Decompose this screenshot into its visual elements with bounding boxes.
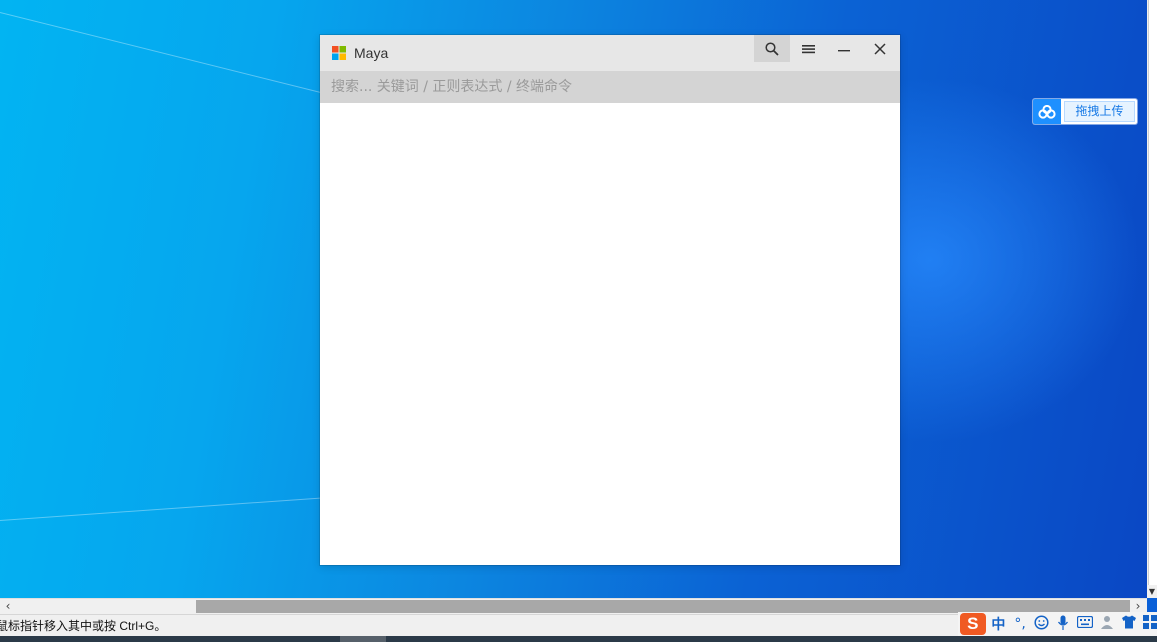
menu-button[interactable] bbox=[790, 35, 826, 62]
punctuation-toggle[interactable]: °, bbox=[1011, 615, 1029, 633]
ime-toolbar: S 中 °, bbox=[958, 612, 1157, 636]
status-message: 鼠标指针移入其中或按 Ctrl+G。 bbox=[0, 619, 167, 633]
window-title: Maya bbox=[354, 45, 389, 61]
toolbox-grid-icon[interactable] bbox=[1141, 615, 1157, 633]
search-icon bbox=[765, 41, 779, 56]
user-icon[interactable] bbox=[1098, 615, 1116, 633]
windows-logo-icon bbox=[332, 46, 346, 60]
vertical-scrollbar[interactable]: ▼ bbox=[1147, 0, 1157, 598]
drag-upload-label: 拖拽上传 bbox=[1064, 101, 1135, 122]
cloud-upload-widget[interactable]: 拖拽上传 bbox=[1033, 99, 1137, 124]
light-beam bbox=[0, 496, 330, 521]
close-icon bbox=[874, 42, 886, 55]
baidu-cloud-icon bbox=[1033, 99, 1061, 124]
hamburger-menu-icon bbox=[801, 44, 815, 53]
search-input[interactable] bbox=[320, 71, 901, 103]
minimize-icon bbox=[838, 49, 850, 51]
keyboard-icon[interactable] bbox=[1076, 615, 1094, 633]
microphone-icon[interactable] bbox=[1055, 615, 1073, 633]
taskbar-strip bbox=[0, 636, 1157, 642]
scroll-down-arrow-icon[interactable]: ▼ bbox=[1147, 586, 1157, 598]
results-list bbox=[320, 103, 900, 565]
scroll-left-arrow-icon[interactable]: ‹ bbox=[2, 599, 14, 614]
skin-shirt-icon[interactable] bbox=[1120, 615, 1138, 633]
close-button[interactable] bbox=[862, 35, 898, 62]
desktop-background: Maya 搜索... 关键词 / 正则表达式 / 终端命令 拖拽上传 bbox=[0, 0, 1147, 598]
emoji-icon[interactable] bbox=[1033, 615, 1051, 633]
input-mode-toggle[interactable]: 中 bbox=[990, 614, 1008, 634]
minimize-button[interactable] bbox=[826, 35, 862, 62]
taskbar-item[interactable] bbox=[340, 636, 386, 642]
search-bar bbox=[320, 71, 901, 103]
sogou-logo-icon[interactable]: S bbox=[960, 613, 986, 635]
maya-launcher-window: Maya bbox=[320, 35, 901, 565]
vertical-scroll-thumb[interactable] bbox=[1148, 0, 1157, 585]
title-bar[interactable]: Maya bbox=[320, 35, 900, 71]
search-button[interactable] bbox=[754, 35, 790, 62]
light-beam bbox=[0, 12, 350, 101]
